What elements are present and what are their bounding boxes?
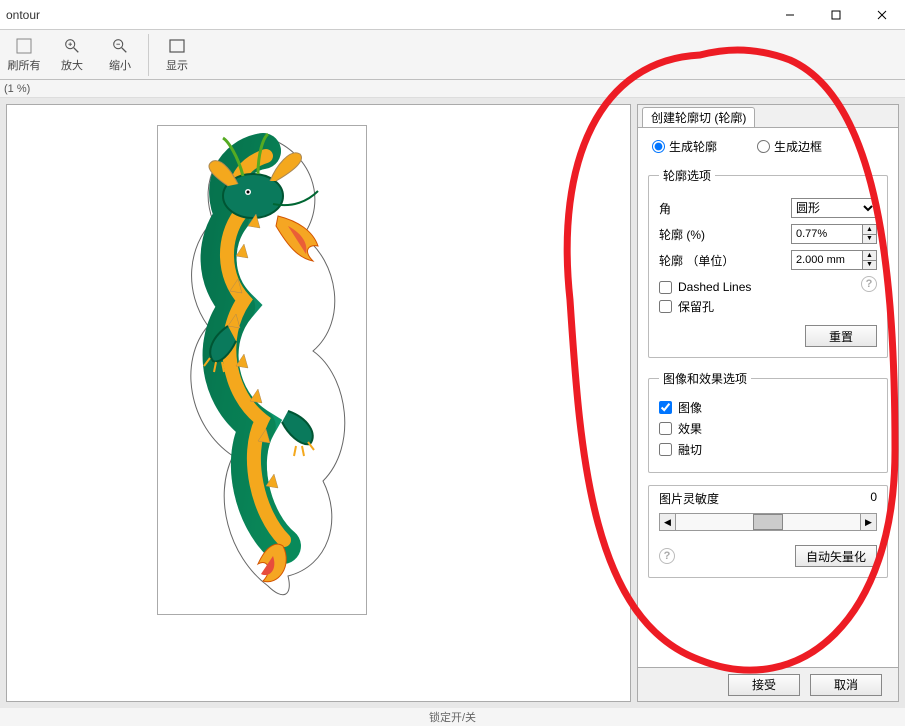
image-check-label: 图像 [678,399,702,416]
radio-contour-label: 生成轮廓 [669,138,717,155]
radio-generate-border[interactable]: 生成边框 [757,138,822,155]
mode-radios: 生成轮廓 生成边框 [648,138,888,155]
refresh-all-button[interactable]: 刷所有 [0,32,48,78]
zoom-in-button[interactable]: 放大 [48,32,96,78]
dragon-image [158,126,368,616]
minimize-button[interactable] [767,0,813,30]
contour-unit-input[interactable] [792,251,862,269]
zoom-status-row: (1 %) [0,80,905,98]
maximize-button[interactable] [813,0,859,30]
panel-body: 生成轮廓 生成边框 轮廓选项 角 圆形 [638,127,898,667]
contour-unit-label: 轮廓 （单位） [659,252,791,269]
accept-label: 接受 [752,676,776,693]
show-icon [168,37,186,55]
corner-label: 角 [659,200,791,217]
contour-options-group: 轮廓选项 角 圆形 轮廓 (%) ▲ [648,167,888,358]
radio-border-input[interactable] [757,140,770,153]
radio-contour-input[interactable] [652,140,665,153]
toolbar: 刷所有 放大 缩小 显示 [0,30,905,80]
zoom-in-label: 放大 [61,57,83,73]
help-icon[interactable]: ? [659,548,675,564]
tab-label: 创建轮廓切 (轮廓) [651,109,746,126]
spinner-down-icon[interactable]: ▼ [863,261,876,270]
reset-label: 重置 [829,328,853,345]
zoom-out-button[interactable]: 缩小 [96,32,144,78]
spinner-up-icon[interactable]: ▲ [863,225,876,235]
zoom-status: (1 %) [4,83,30,95]
show-label: 显示 [166,57,188,73]
contour-options-legend: 轮廓选项 [659,167,715,184]
toolbar-separator [148,34,149,76]
melt-check[interactable]: 融切 [659,441,877,458]
window-title: ontour [0,8,767,22]
keep-holes-check[interactable]: 保留孔 [659,298,861,315]
zoom-in-icon [63,37,81,55]
cancel-button[interactable]: 取消 [810,674,882,696]
effect-check-label: 效果 [678,420,702,437]
slider-right-icon[interactable]: ▶ [860,514,876,530]
spinner-down-icon[interactable]: ▼ [863,235,876,244]
tab-create-contour[interactable]: 创建轮廓切 (轮廓) [642,107,755,127]
zoom-out-label: 缩小 [109,57,131,73]
sensitivity-group: 图片灵敏度 0 ◀ ▶ ? 自动矢量化 [648,485,888,578]
accept-button[interactable]: 接受 [728,674,800,696]
image-check-input[interactable] [659,401,672,414]
reset-button[interactable]: 重置 [805,325,877,347]
keep-holes-input[interactable] [659,300,672,313]
sensitivity-label: 图片灵敏度 [659,490,719,507]
close-icon [877,10,887,20]
cancel-label: 取消 [834,676,858,693]
effect-check[interactable]: 效果 [659,420,877,437]
auto-vectorize-label: 自动矢量化 [806,548,866,565]
dashed-lines-label: Dashed Lines [678,280,751,294]
keep-holes-label: 保留孔 [678,298,714,315]
status-text: 锁定开/关 [429,709,476,725]
refresh-all-label: 刷所有 [8,57,41,73]
radio-border-label: 生成边框 [774,138,822,155]
melt-check-label: 融切 [678,441,702,458]
status-bar: 锁定开/关 [0,708,905,726]
radio-generate-contour[interactable]: 生成轮廓 [652,138,717,155]
image-check[interactable]: 图像 [659,399,877,416]
sensitivity-value: 0 [870,490,877,507]
minimize-icon [785,10,795,20]
slider-track[interactable] [676,514,860,530]
slider-thumb[interactable] [753,514,783,530]
panel-footer: 接受 取消 [638,667,898,701]
side-panel: 创建轮廓切 (轮廓) 生成轮廓 生成边框 轮廓选项 角 [637,104,899,702]
dashed-lines-check[interactable]: Dashed Lines [659,280,861,294]
main-area: 创建轮廓切 (轮廓) 生成轮廓 生成边框 轮廓选项 角 [0,98,905,708]
image-effect-group: 图像和效果选项 图像 效果 融切 [648,370,888,473]
panel-tabbar: 创建轮廓切 (轮廓) [638,105,898,127]
contour-pct-spinner[interactable]: ▲ ▼ [791,224,877,244]
image-effect-legend: 图像和效果选项 [659,370,751,387]
contour-pct-label: 轮廓 (%) [659,226,791,243]
zoom-out-icon [111,37,129,55]
sensitivity-slider[interactable]: ◀ ▶ [659,513,877,531]
maximize-icon [831,10,841,20]
spinner-up-icon[interactable]: ▲ [863,251,876,261]
help-icon[interactable]: ? [861,276,877,292]
close-button[interactable] [859,0,905,30]
preview-canvas[interactable] [6,104,631,702]
title-bar: ontour [0,0,905,30]
effect-check-input[interactable] [659,422,672,435]
melt-check-input[interactable] [659,443,672,456]
corner-select[interactable]: 圆形 [791,198,877,218]
dashed-lines-input[interactable] [659,281,672,294]
show-button[interactable]: 显示 [153,32,201,78]
contour-unit-spinner[interactable]: ▲ ▼ [791,250,877,270]
contour-pct-input[interactable] [792,225,862,243]
slider-left-icon[interactable]: ◀ [660,514,676,530]
artwork-preview [157,125,367,615]
auto-vectorize-button[interactable]: 自动矢量化 [795,545,877,567]
refresh-icon [15,37,33,55]
